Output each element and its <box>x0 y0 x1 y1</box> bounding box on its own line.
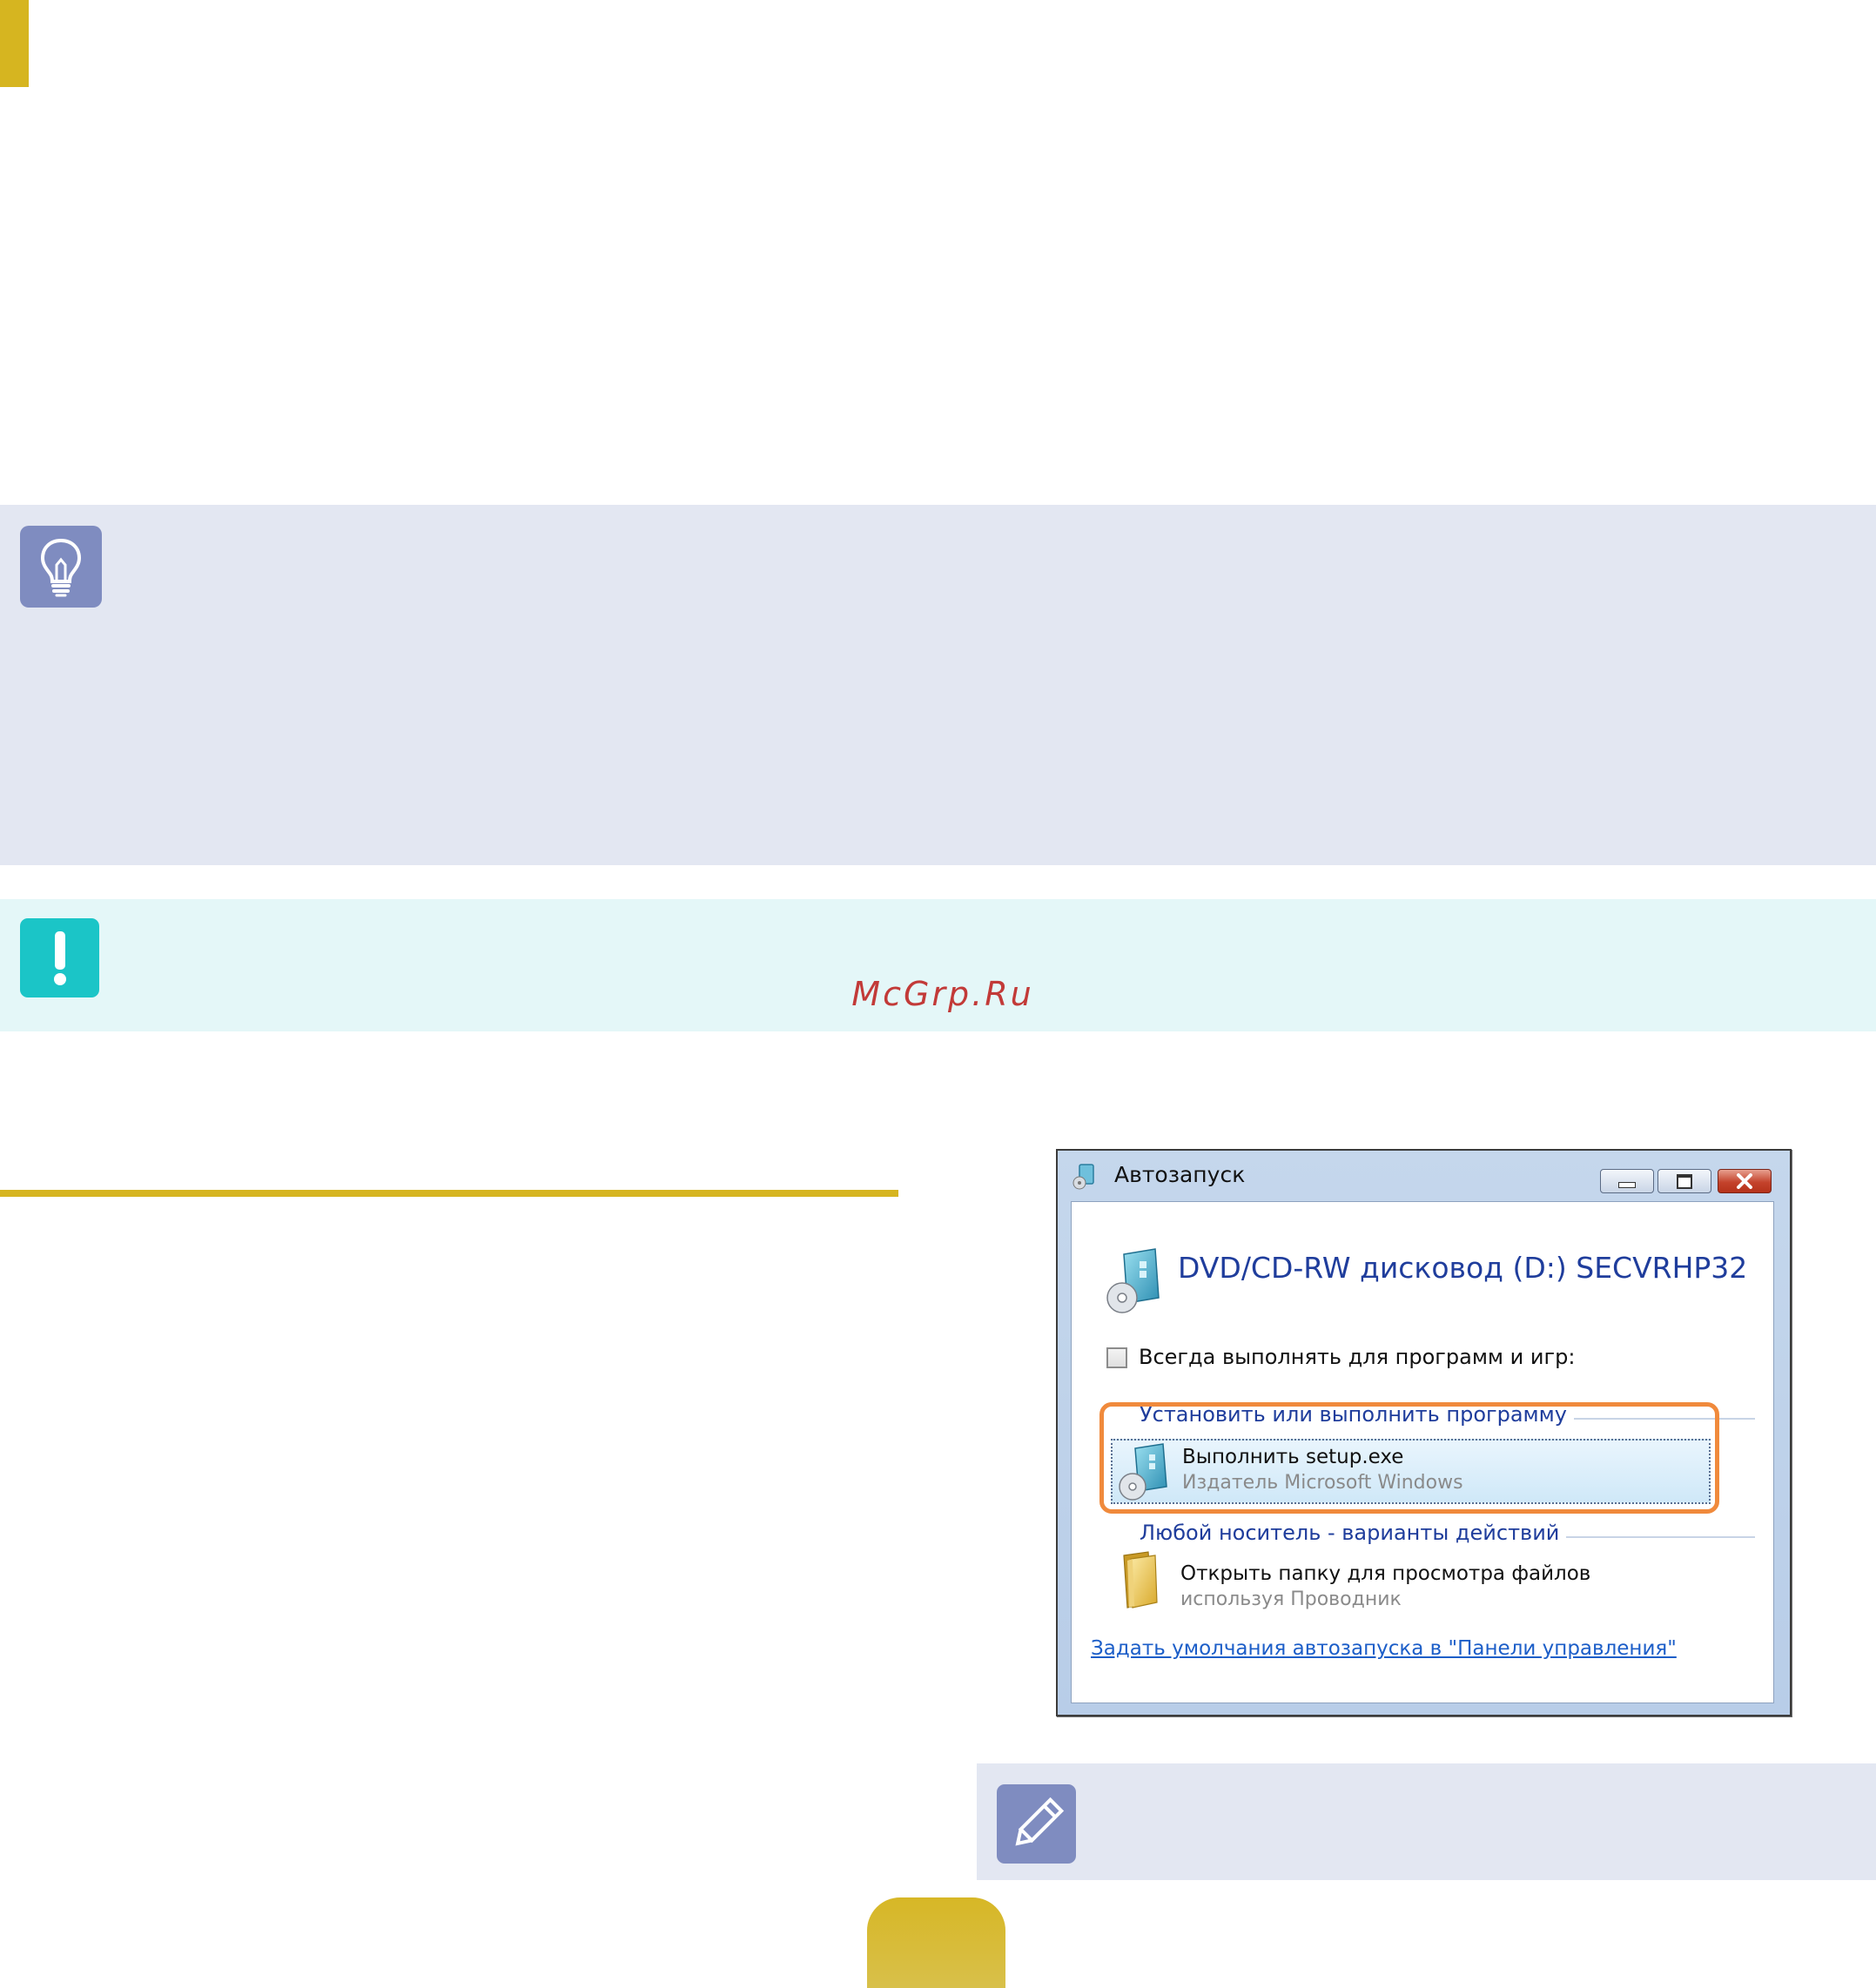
dialog-titlebar[interactable]: Автозапуск <box>1058 1151 1790 1198</box>
media-group-header: Любой носитель - варианты действий <box>1140 1521 1567 1545</box>
tip-box <box>0 505 1876 865</box>
corner-accent-tab <box>0 0 29 87</box>
minimize-button[interactable] <box>1600 1169 1654 1193</box>
section-divider <box>0 1190 898 1197</box>
open-folder-title[interactable]: Открыть папку для просмотра файлов <box>1180 1562 1590 1585</box>
always-do-checkbox[interactable] <box>1106 1347 1127 1368</box>
dialog-title: Автозапуск <box>1114 1162 1246 1187</box>
dialog-content: DVD/CD-RW дисковод (D:) SECVRHP32 Всегда… <box>1071 1201 1774 1703</box>
open-folder-subtitle: используя Проводник <box>1180 1588 1402 1610</box>
close-button[interactable] <box>1718 1169 1772 1193</box>
autoplay-dialog: Автозапуск DVD/CD-RW дисковод (D:) SECVR… <box>1056 1149 1792 1716</box>
dvd-drive-icon <box>1105 1247 1162 1315</box>
page-number-tab <box>867 1897 1005 1988</box>
watermark-text: McGrp.Ru <box>851 975 1034 1013</box>
maximize-button[interactable] <box>1657 1169 1711 1193</box>
pencil-icon <box>997 1784 1076 1864</box>
drive-title: DVD/CD-RW дисковод (D:) SECVRHP32 <box>1178 1251 1748 1285</box>
highlight-frame <box>1099 1402 1719 1514</box>
autoplay-defaults-link[interactable]: Задать умолчания автозапуска в "Панели у… <box>1091 1637 1677 1660</box>
folder-icon[interactable] <box>1117 1548 1171 1611</box>
always-do-label[interactable]: Всегда выполнять для программ и игр: <box>1139 1345 1575 1369</box>
minimize-icon <box>1618 1181 1636 1188</box>
maximize-icon <box>1677 1173 1692 1189</box>
close-icon <box>1737 1173 1752 1189</box>
note-box <box>977 1763 1876 1880</box>
lightbulb-icon <box>20 526 102 608</box>
autoplay-app-icon <box>1072 1164 1095 1190</box>
exclamation-icon <box>20 918 99 997</box>
